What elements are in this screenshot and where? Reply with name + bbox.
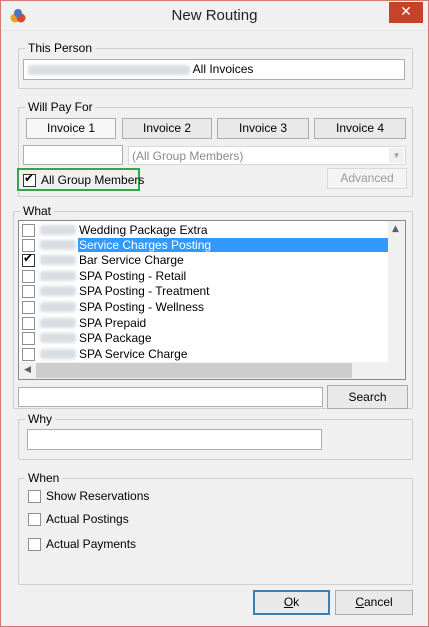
checkbox-icon[interactable] xyxy=(28,537,41,551)
item-checkbox[interactable] xyxy=(22,269,35,283)
invoice-3-button[interactable]: Invoice 3 xyxy=(217,118,309,139)
list-item[interactable]: SPA Package xyxy=(19,330,388,346)
group-member-combo[interactable]: (All Group Members) ▼ xyxy=(128,146,406,165)
this-person-field[interactable]: All Invoices xyxy=(23,59,405,80)
redacted-code xyxy=(40,240,76,250)
list-item[interactable]: SPA Posting - Retail xyxy=(19,268,388,284)
scrollbar-thumb[interactable] xyxy=(36,363,352,378)
list-item[interactable]: SPA Service Charge xyxy=(19,346,388,362)
redacted-code xyxy=(40,225,76,235)
invoice-2-button[interactable]: Invoice 2 xyxy=(122,118,212,139)
list-item[interactable]: Wedding Package Extra xyxy=(19,222,388,238)
invoice-1-button[interactable]: Invoice 1 xyxy=(26,118,116,139)
chevron-down-icon[interactable]: ▼ xyxy=(389,148,404,163)
horizontal-scrollbar[interactable]: ◀ xyxy=(19,362,405,379)
show-reservations-checkbox[interactable]: Show Reservations xyxy=(28,488,149,504)
list-item[interactable]: SPA Posting - Treatment xyxy=(19,283,388,299)
actual-postings-checkbox[interactable]: Actual Postings xyxy=(28,511,129,527)
redacted-code xyxy=(40,255,76,265)
cancel-rest: ancel xyxy=(363,595,393,609)
group-member-combo-value: (All Group Members) xyxy=(132,149,244,163)
ok-button[interactable]: Ok xyxy=(253,590,330,615)
scroll-up-icon[interactable]: ▲ xyxy=(392,224,399,234)
item-checkbox[interactable] xyxy=(22,316,35,330)
item-label: SPA Prepaid xyxy=(79,316,147,330)
item-label: Wedding Package Extra xyxy=(79,223,208,237)
search-input[interactable] xyxy=(18,387,323,407)
item-checkbox[interactable] xyxy=(22,238,35,252)
list-item[interactable]: SPA Posting - Wellness xyxy=(19,299,388,315)
item-checkbox[interactable]: ✔ xyxy=(22,251,35,267)
all-group-members-checkbox[interactable]: ✔ All Group Members xyxy=(23,171,145,188)
why-legend: Why xyxy=(28,412,52,426)
actual-postings-label: Actual Postings xyxy=(46,512,129,526)
item-checkbox[interactable] xyxy=(22,223,35,237)
ok-rest: k xyxy=(293,595,300,609)
checkbox-icon[interactable] xyxy=(28,512,41,526)
checkbox-icon[interactable]: ✔ xyxy=(23,171,36,187)
item-label: SPA Service Charge xyxy=(79,347,188,361)
when-legend: When xyxy=(28,471,60,485)
this-person-value: All Invoices xyxy=(192,62,254,76)
new-routing-dialog: New Routing ✕ This Person All Invoices W… xyxy=(0,0,429,627)
checkbox-icon[interactable] xyxy=(28,489,41,503)
redacted-code xyxy=(40,286,76,296)
list-item[interactable]: Service Charges Posting xyxy=(19,237,388,253)
advanced-button[interactable]: Advanced xyxy=(327,168,407,189)
item-label: Service Charges Posting xyxy=(78,238,388,252)
search-button[interactable]: Search xyxy=(327,385,408,409)
item-label: Bar Service Charge xyxy=(79,253,184,267)
all-group-members-label: All Group Members xyxy=(41,173,145,187)
item-label: SPA Posting - Retail xyxy=(79,269,187,283)
show-reservations-label: Show Reservations xyxy=(46,489,150,503)
item-checkbox[interactable] xyxy=(22,331,35,345)
ok-mnemonic: O xyxy=(283,595,294,609)
cancel-button[interactable]: Cancel xyxy=(335,590,413,615)
invoice-4-button[interactable]: Invoice 4 xyxy=(314,118,406,139)
redacted-code xyxy=(40,333,76,343)
window-title: New Routing xyxy=(171,7,258,24)
item-checkbox[interactable] xyxy=(22,284,35,298)
redacted-code xyxy=(40,318,76,328)
title-bar: New Routing ✕ xyxy=(1,1,428,31)
redacted-code xyxy=(40,302,76,312)
list-item[interactable]: ✔ Bar Service Charge xyxy=(19,251,388,268)
close-button[interactable]: ✕ xyxy=(389,2,423,23)
item-checkbox[interactable] xyxy=(22,300,35,314)
item-label: SPA Posting - Treatment xyxy=(79,284,210,298)
redacted-code xyxy=(40,271,76,281)
close-icon: ✕ xyxy=(400,4,412,20)
why-input[interactable] xyxy=(27,429,322,450)
cancel-mnemonic: C xyxy=(355,595,364,609)
item-label: SPA Package xyxy=(79,331,152,345)
redacted-name xyxy=(28,64,190,75)
redacted-code xyxy=(40,349,76,359)
item-checkbox[interactable] xyxy=(22,347,35,361)
charge-list[interactable]: Wedding Package Extra Service Charges Po… xyxy=(18,220,406,380)
scroll-left-icon[interactable]: ◀ xyxy=(24,365,31,375)
room-number-input[interactable] xyxy=(23,145,123,165)
item-label: SPA Posting - Wellness xyxy=(79,300,204,314)
actual-payments-label: Actual Payments xyxy=(46,537,137,551)
this-person-legend: This Person xyxy=(28,41,93,55)
vertical-scrollbar[interactable]: ▲ xyxy=(388,221,405,362)
will-pay-for-legend: Will Pay For xyxy=(28,100,93,114)
list-item[interactable]: SPA Prepaid xyxy=(19,315,388,331)
actual-payments-checkbox[interactable]: Actual Payments xyxy=(28,536,136,552)
what-legend: What xyxy=(23,204,52,218)
